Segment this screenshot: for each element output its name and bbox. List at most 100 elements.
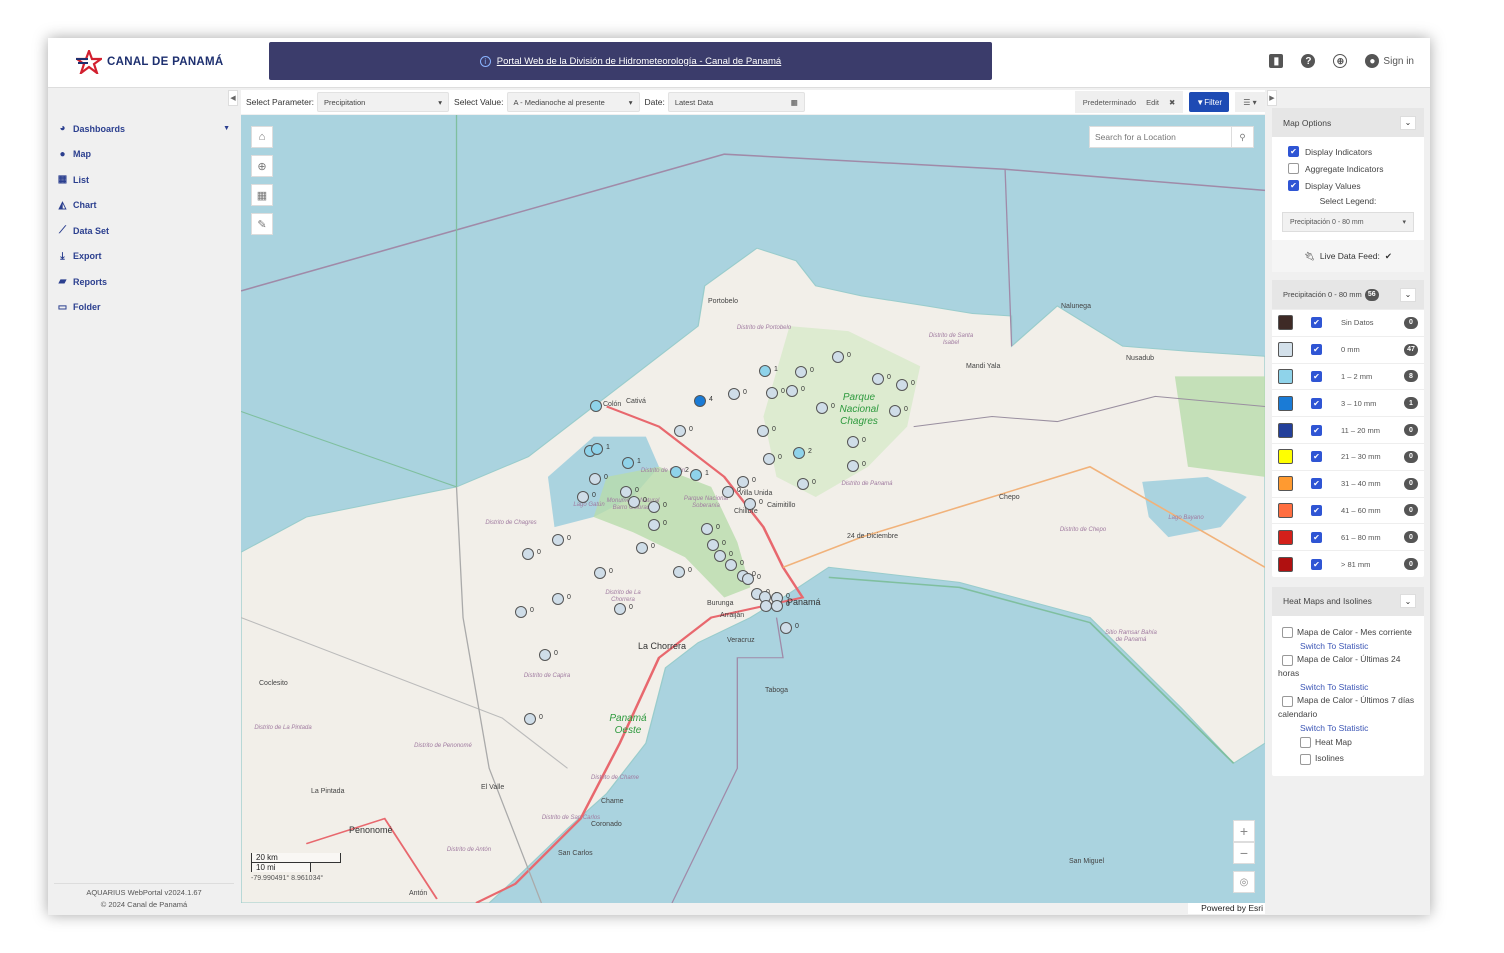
sidebar-item-reports[interactable]: ▰ Reports: [48, 269, 235, 295]
heatmap-option-month[interactable]: Mapa de Calor - Mes corriente: [1278, 626, 1418, 640]
legend-row[interactable]: ✔ 0 mm 47: [1272, 335, 1424, 363]
heatmap-option-7d[interactable]: Mapa de Calor - Últimos 7 días calendari…: [1278, 694, 1418, 721]
station-marker[interactable]: [707, 539, 719, 551]
chevron-down-icon[interactable]: ⌄: [1400, 594, 1416, 609]
station-marker[interactable]: [701, 523, 713, 535]
switch-to-statistic-link[interactable]: Switch To Statistic: [1278, 681, 1418, 695]
caret-down-icon[interactable]: ▼: [223, 125, 230, 132]
legend-row[interactable]: ✔ Sin Datos 0: [1272, 309, 1424, 336]
station-marker[interactable]: [757, 425, 769, 437]
station-marker[interactable]: [744, 498, 756, 510]
legend-checkbox[interactable]: ✔: [1311, 424, 1322, 436]
station-marker[interactable]: [614, 603, 626, 615]
station-marker[interactable]: [522, 548, 534, 560]
chevron-down-icon[interactable]: ⌄: [1400, 115, 1416, 130]
station-marker[interactable]: [780, 622, 792, 634]
legend-checkbox[interactable]: ✔: [1311, 344, 1322, 356]
collapse-right-panel-button[interactable]: ▶: [1267, 90, 1277, 106]
station-marker[interactable]: [673, 566, 685, 578]
station-marker[interactable]: [896, 379, 908, 391]
station-marker[interactable]: [786, 385, 798, 397]
legend-row[interactable]: ✔ 41 – 60 mm 0: [1272, 496, 1424, 524]
checkbox[interactable]: [1282, 695, 1293, 707]
station-marker[interactable]: [795, 366, 807, 378]
value-select[interactable]: A - Medianoche al presente ▾: [506, 92, 640, 112]
station-marker[interactable]: [742, 573, 754, 585]
aggregate-indicators-checkbox[interactable]: [1288, 163, 1299, 174]
collapse-sidebar-button[interactable]: ◀: [228, 90, 238, 106]
legend-row[interactable]: ✔ 31 – 40 mm 0: [1272, 469, 1424, 497]
basemap-gallery-button[interactable]: ▦: [251, 184, 273, 206]
station-marker[interactable]: [539, 649, 551, 661]
sidebar-item-chart[interactable]: ◭ Chart: [48, 193, 235, 219]
station-marker[interactable]: [648, 501, 660, 513]
sidebar-item-map[interactable]: ● Map: [48, 142, 235, 168]
checkbox[interactable]: [1282, 627, 1293, 639]
help-icon[interactable]: ?: [1301, 54, 1316, 68]
station-marker[interactable]: [589, 473, 601, 485]
station-marker[interactable]: [793, 447, 805, 459]
sidebar-item-data-set[interactable]: ⟋ Data Set: [48, 218, 235, 244]
globe-icon[interactable]: ⊕: [1333, 54, 1348, 68]
filter-button[interactable]: ▼ Filter: [1189, 92, 1229, 112]
station-marker[interactable]: [889, 405, 901, 417]
station-marker[interactable]: [816, 402, 828, 414]
parameter-select[interactable]: Precipitation ▾: [317, 92, 450, 112]
aggregate-indicators-option[interactable]: Aggregate Indicators: [1272, 160, 1424, 177]
legend-checkbox[interactable]: ✔: [1311, 397, 1322, 409]
preset-name[interactable]: Predeterminado: [1083, 98, 1136, 107]
station-marker[interactable]: [694, 395, 706, 407]
station-marker[interactable]: [628, 496, 640, 508]
station-marker[interactable]: [759, 365, 771, 377]
station-marker[interactable]: [722, 486, 734, 498]
location-search[interactable]: Search for a Location ⚲: [1089, 126, 1254, 148]
options-dropdown[interactable]: ☰ ▾: [1235, 92, 1265, 112]
portal-link[interactable]: Portal Web de la División de Hidrometeor…: [497, 56, 781, 67]
station-marker[interactable]: [670, 466, 682, 478]
heat-map-checkbox[interactable]: [1300, 736, 1311, 748]
display-indicators-option[interactable]: ✔ Display Indicators: [1272, 143, 1424, 160]
sidebar-item-list[interactable]: ▦ List: [48, 167, 235, 193]
search-icon[interactable]: ⚲: [1231, 127, 1253, 147]
legend-checkbox[interactable]: ✔: [1311, 451, 1322, 463]
station-marker[interactable]: [552, 534, 564, 546]
isolines-option[interactable]: Isolines: [1278, 752, 1418, 766]
legend-checkbox[interactable]: ✔: [1311, 558, 1322, 570]
legend-select[interactable]: Precipitación 0 - 80 mm ▾: [1282, 212, 1414, 232]
legend-row[interactable]: ✔ 61 – 80 mm 0: [1272, 523, 1424, 550]
draw-button[interactable]: ✎: [251, 213, 273, 235]
legend-row[interactable]: ✔ > 81 mm 0: [1272, 550, 1424, 577]
station-marker[interactable]: [594, 567, 606, 579]
display-values-option[interactable]: ✔ Display Values: [1272, 177, 1424, 194]
station-marker[interactable]: [515, 606, 527, 618]
chevron-down-icon[interactable]: ⌄: [1400, 287, 1416, 302]
locate-button[interactable]: ⊕: [251, 155, 273, 177]
station-marker[interactable]: [847, 460, 859, 472]
station-marker[interactable]: [832, 351, 844, 363]
map-attribution[interactable]: Powered by Esri: [1188, 903, 1265, 914]
station-marker[interactable]: [872, 373, 884, 385]
switch-to-statistic-link[interactable]: Switch To Statistic: [1278, 640, 1418, 654]
sign-in-button[interactable]: ● Sign in: [1365, 54, 1414, 68]
sidebar-item-folder[interactable]: ▭ Folder: [48, 295, 235, 321]
station-marker[interactable]: [728, 388, 740, 400]
station-marker[interactable]: [590, 400, 602, 412]
chart-icon[interactable]: ▮: [1269, 54, 1284, 68]
date-input[interactable]: Latest Data ▦: [667, 92, 805, 112]
legend-row[interactable]: ✔ 11 – 20 mm 0: [1272, 416, 1424, 443]
station-marker[interactable]: [674, 425, 686, 437]
calendar-icon[interactable]: ▦: [791, 98, 798, 107]
heat-map-option[interactable]: Heat Map: [1278, 736, 1418, 750]
station-marker[interactable]: [763, 453, 775, 465]
zoom-out-button[interactable]: −: [1233, 842, 1255, 864]
clear-preset-icon[interactable]: ✖: [1169, 98, 1175, 107]
station-marker[interactable]: [771, 600, 783, 612]
station-marker[interactable]: [714, 550, 726, 562]
station-marker[interactable]: [648, 519, 660, 531]
legend-row[interactable]: ✔ 21 – 30 mm 0: [1272, 442, 1424, 470]
legend-row[interactable]: ✔ 1 – 2 mm 8: [1272, 362, 1424, 390]
brand-logo[interactable]: CANAL DE PANAMÁ: [76, 50, 224, 74]
search-input[interactable]: Search for a Location: [1090, 132, 1231, 142]
legend-checkbox[interactable]: ✔: [1311, 370, 1322, 382]
station-marker[interactable]: [797, 478, 809, 490]
